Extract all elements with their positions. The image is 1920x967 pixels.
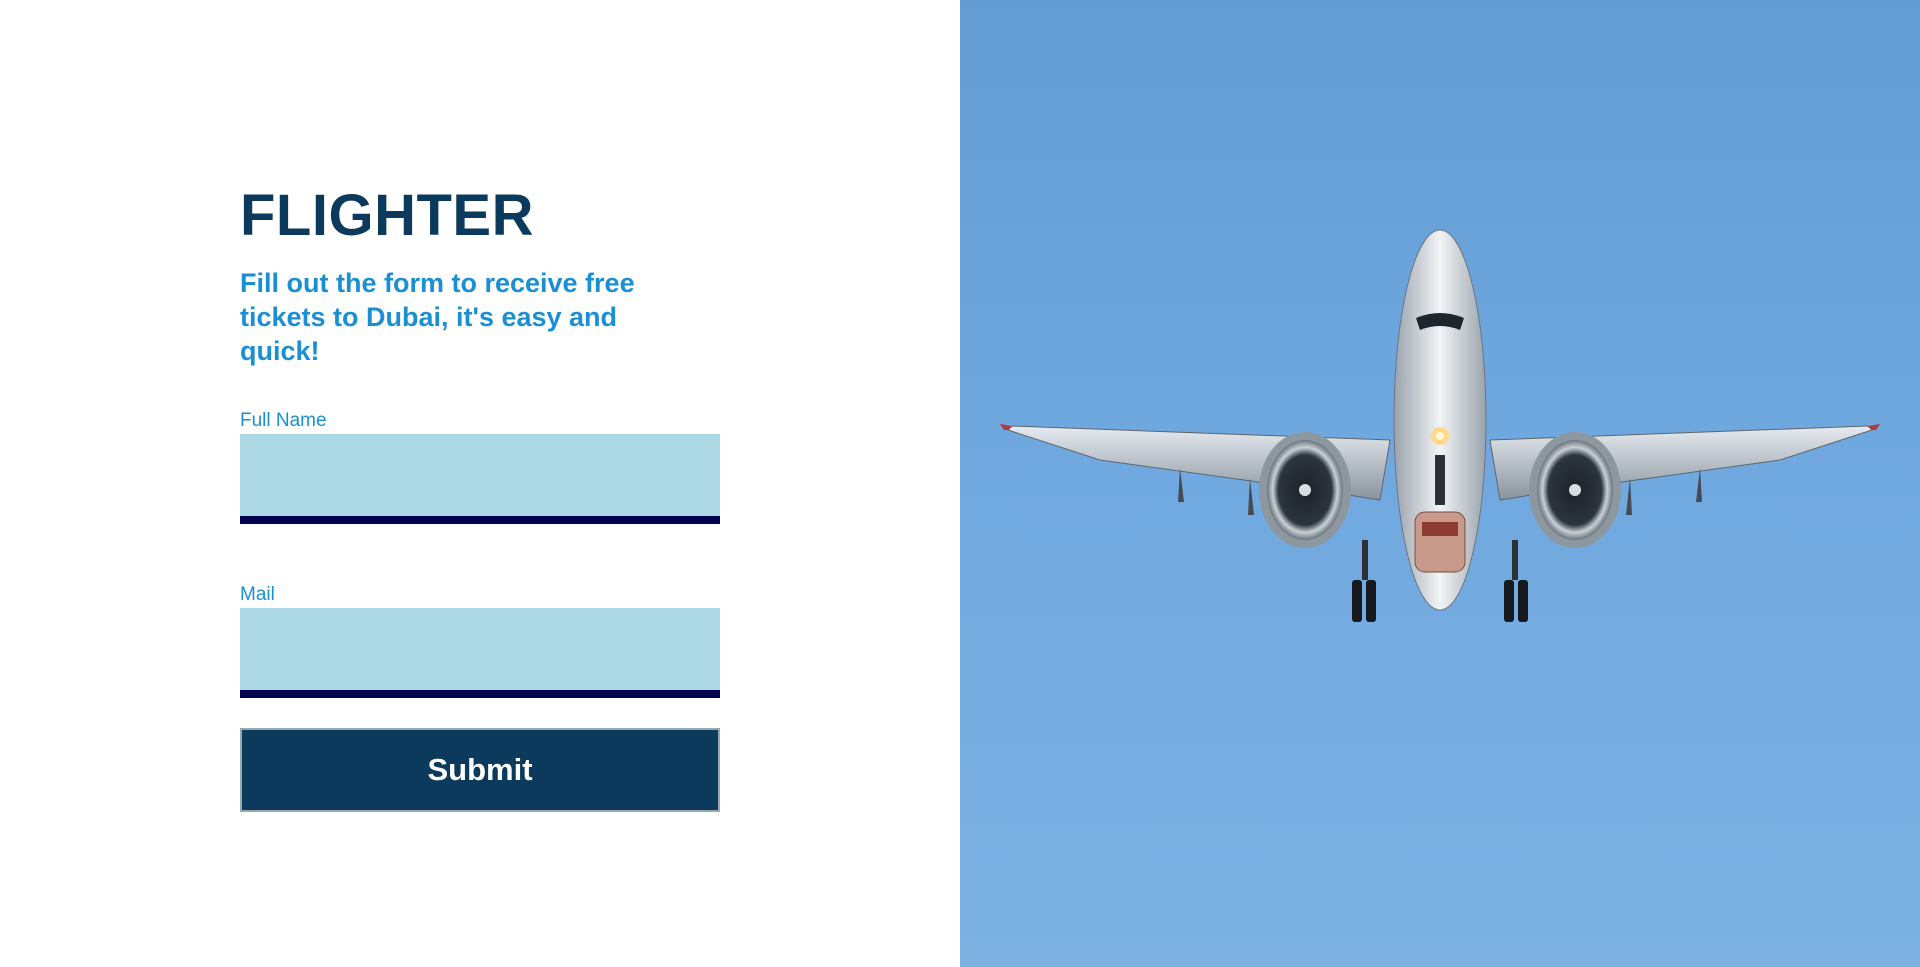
submit-button[interactable]: Submit: [240, 728, 720, 812]
landing-page: FLIGHTER Fill out the form to receive fr…: [0, 0, 1920, 967]
brand-title: FLIGHTER: [240, 183, 534, 248]
form-pane: FLIGHTER Fill out the form to receive fr…: [0, 0, 960, 967]
airplane-photo: [1000, 229, 1880, 622]
mail-label: Mail: [240, 584, 275, 605]
mail-input[interactable]: [240, 608, 720, 698]
tagline: Fill out the form to receive free ticket…: [240, 268, 635, 366]
hero-image: [960, 0, 1920, 967]
full-name-input[interactable]: [240, 434, 720, 524]
full-name-label: Full Name: [240, 410, 327, 431]
signup-form: FLIGHTER Fill out the form to receive fr…: [240, 186, 720, 812]
